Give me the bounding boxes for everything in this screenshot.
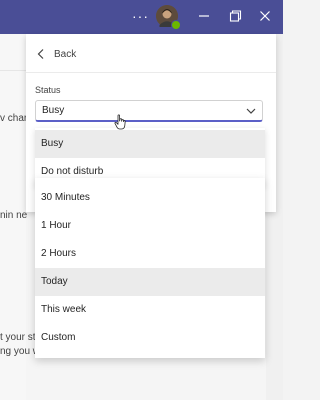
duration-option-1-hour[interactable]: 1 Hour <box>35 212 265 240</box>
background-text-fragment: nin ne <box>0 210 28 221</box>
duration-option-this-week[interactable]: This week <box>35 296 265 324</box>
hand-cursor-icon <box>114 114 126 130</box>
minimize-icon[interactable] <box>197 9 211 23</box>
background-text-fragment: v char <box>0 113 28 124</box>
more-options-button[interactable]: ··· <box>132 8 148 24</box>
close-icon[interactable] <box>258 9 272 23</box>
back-label: Back <box>54 48 77 60</box>
status-option-busy[interactable]: Busy <box>35 130 265 158</box>
chevron-down-icon <box>246 108 256 114</box>
duration-options-list: 30 Minutes 1 Hour 2 Hours Today This wee… <box>35 178 265 358</box>
duration-option-today[interactable]: Today <box>35 268 265 296</box>
avatar[interactable] <box>156 5 181 30</box>
presence-status-icon <box>171 20 181 30</box>
duration-option-30-minutes[interactable]: 30 Minutes <box>35 184 265 212</box>
back-button[interactable]: Back <box>36 46 76 62</box>
restore-icon[interactable] <box>228 9 242 23</box>
title-bar: ··· <box>0 0 283 34</box>
background-divider <box>0 70 26 71</box>
panel-divider <box>26 72 276 73</box>
status-field-label: Status <box>35 85 61 95</box>
duration-option-custom[interactable]: Custom <box>35 324 265 352</box>
status-selected-value: Busy <box>42 105 65 116</box>
duration-option-2-hours[interactable]: 2 Hours <box>35 240 265 268</box>
chevron-left-icon <box>37 49 44 59</box>
background-text-fragment: t your st <box>0 332 36 343</box>
status-dropdown[interactable]: Busy <box>35 100 263 122</box>
